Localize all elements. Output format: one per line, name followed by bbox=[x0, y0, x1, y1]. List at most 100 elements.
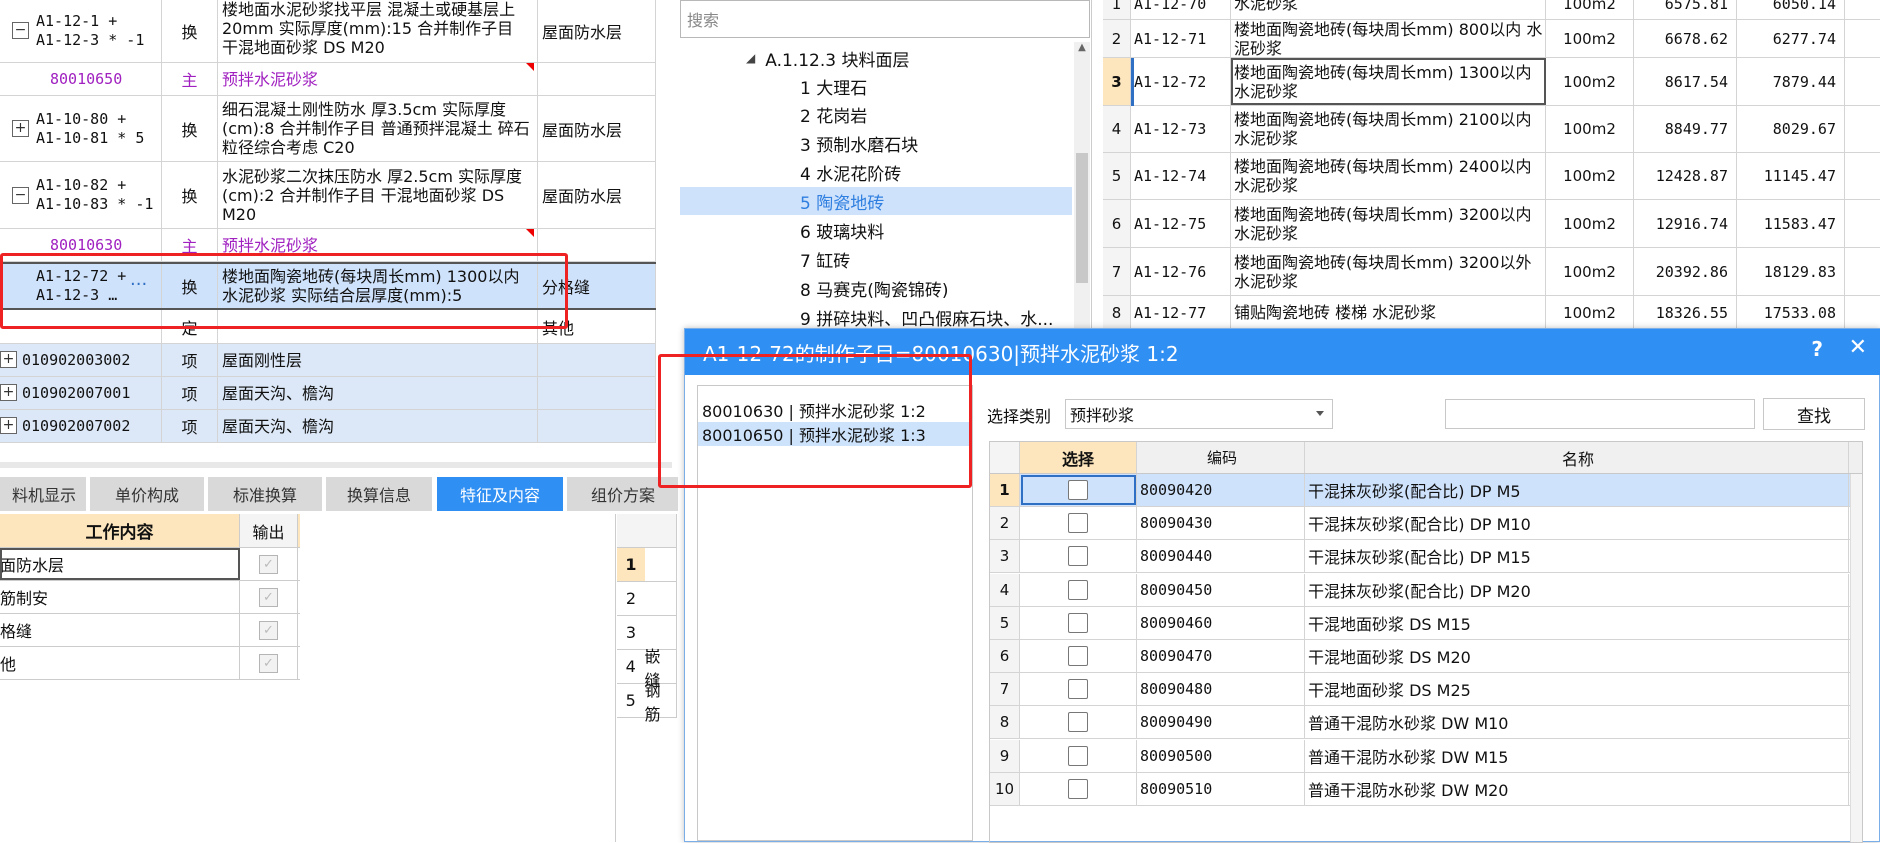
material-row[interactable]: 7 80090480 干混地面砂浆 DS M25 bbox=[990, 673, 1862, 707]
quota-row[interactable]: 5 A1-12-74 楼地面陶瓷地砖(每块周长mm) 2400以内 水泥砂浆 100m… bbox=[1103, 153, 1880, 200]
output-cell[interactable]: ✓ bbox=[240, 548, 298, 580]
table-row[interactable]: 定 其他 bbox=[0, 310, 656, 344]
select-checkbox[interactable] bbox=[1068, 579, 1088, 600]
material-row[interactable]: 2 80090430 干混抹灰砂浆(配合比) DP M10 bbox=[990, 507, 1862, 541]
grid-scrollbar-track[interactable] bbox=[0, 462, 672, 468]
tree-node-parent[interactable]: ◢ A.1.12.3 块料面层 bbox=[746, 44, 909, 72]
quota-row[interactable]: 7 A1-12-76 楼地面陶瓷地砖(每块周长mm) 3200以外 水泥砂浆 100m… bbox=[1103, 248, 1880, 296]
tree-scrollbar[interactable]: ▲ bbox=[1074, 42, 1090, 330]
tree-item-ceramic-tile-selected[interactable]: 5 陶瓷地砖 bbox=[680, 187, 1072, 215]
select-checkbox[interactable] bbox=[1068, 712, 1088, 733]
more-button[interactable]: ··· bbox=[130, 274, 147, 295]
table-scrollbar[interactable] bbox=[1850, 474, 1862, 842]
select-checkbox[interactable] bbox=[1068, 646, 1088, 666]
table-row[interactable]: 面防水层 ✓ bbox=[0, 548, 300, 581]
help-icon[interactable]: ? bbox=[1811, 337, 1823, 361]
tab-conversion-info[interactable]: 换算信息 bbox=[326, 477, 434, 511]
checkbox[interactable]: ✓ bbox=[259, 587, 278, 607]
select-checkbox[interactable] bbox=[1068, 612, 1088, 633]
select-cell[interactable] bbox=[1020, 573, 1137, 606]
table-row[interactable]: 5 钢筋 bbox=[617, 681, 677, 724]
quota-row[interactable]: 6 A1-12-75 楼地面陶瓷地砖(每块周长mm) 3200以内 水泥砂浆 100m… bbox=[1103, 200, 1880, 248]
table-row[interactable]: 1 bbox=[617, 548, 677, 582]
table-row-selected[interactable]: A1-12-72 + A1-12-3 … ··· 换 楼地面陶瓷地砖(每块周长m… bbox=[0, 262, 656, 310]
tree-item-marble[interactable]: 1 大理石 bbox=[800, 72, 867, 100]
material-row[interactable]: 8 80090490 普通干混防水砂浆 DW M10 bbox=[990, 706, 1862, 740]
select-cell[interactable] bbox=[1020, 474, 1137, 506]
select-cell[interactable] bbox=[1020, 739, 1137, 772]
row-index: 8 bbox=[990, 706, 1020, 739]
row-price-2: 6050.14 bbox=[1737, 0, 1845, 19]
select-checkbox[interactable] bbox=[1068, 679, 1088, 700]
category-select[interactable]: 预拌砂浆 bbox=[1065, 399, 1333, 429]
quota-row[interactable]: 4 A1-12-73 楼地面陶瓷地砖(每块周长mm) 2100以内 水泥砂浆 100m… bbox=[1103, 106, 1880, 153]
tree-item-fragment[interactable]: 9 拼碎块料、凹凸假麻石块、水... bbox=[800, 303, 1053, 331]
tree-item-cement-tile[interactable]: 4 水泥花阶砖 bbox=[800, 158, 901, 186]
chevron-down-icon[interactable] bbox=[1316, 411, 1324, 416]
find-button[interactable]: 查找 bbox=[1763, 398, 1865, 430]
close-icon[interactable]: ✕ bbox=[1849, 335, 1867, 360]
tab-material[interactable]: 料机显示 bbox=[0, 477, 88, 511]
select-cell[interactable] bbox=[1020, 606, 1137, 639]
scrollbar-thumb[interactable] bbox=[1076, 153, 1088, 283]
table-row[interactable]: 80010650 主 预拌水泥砂浆 bbox=[0, 63, 656, 96]
list-item[interactable]: 80010630 | 预拌水泥砂浆 1:2 bbox=[698, 398, 972, 422]
quota-row-selected[interactable]: 3 A1-12-72 楼地面陶瓷地砖(每块周长mm) 1300以内 水泥砂浆 100m… bbox=[1103, 58, 1880, 106]
tab-features[interactable]: 特征及内容 bbox=[437, 477, 565, 511]
select-cell[interactable] bbox=[1020, 706, 1137, 739]
material-row[interactable]: 6 80090470 干混地面砂浆 DS M20 bbox=[990, 640, 1862, 673]
select-checkbox[interactable] bbox=[1068, 778, 1088, 799]
table-row[interactable]: 2 bbox=[617, 582, 677, 616]
row-feature: 屋面防水层 bbox=[538, 0, 656, 62]
table-row[interactable]: 80010630 主 预拌水泥砂浆 bbox=[0, 229, 656, 262]
select-cell[interactable] bbox=[1020, 673, 1137, 706]
table-row[interactable]: 他 ✓ bbox=[0, 647, 300, 680]
caret-down-icon[interactable]: ◢ bbox=[746, 51, 755, 65]
tree-item-mosaic[interactable]: 8 马赛克(陶瓷锦砖) bbox=[800, 274, 948, 302]
select-cell[interactable] bbox=[1020, 772, 1137, 805]
select-checkbox[interactable] bbox=[1068, 480, 1088, 500]
tree-item-quarry-tile[interactable]: 7 缸砖 bbox=[800, 245, 850, 273]
table-row[interactable]: + 010902007001 项 屋面天沟、檐沟 bbox=[0, 377, 656, 410]
material-row[interactable]: 3 80090440 干混抹灰砂浆(配合比) DP M15 bbox=[990, 540, 1862, 574]
select-cell[interactable] bbox=[1020, 640, 1137, 672]
quota-row[interactable]: 1 A1-12-70 水泥砂浆 100m2 6575.81 6050.14 bbox=[1103, 0, 1880, 20]
row-unit: 100m2 bbox=[1546, 200, 1634, 247]
quota-row[interactable]: 8 A1-12-77 铺贴陶瓷地砖 楼梯 水泥砂浆 100m2 18326.55 1753… bbox=[1103, 296, 1880, 330]
tab-standard-conversion[interactable]: 标准换算 bbox=[208, 477, 324, 511]
row-price-1: 12428.87 bbox=[1634, 153, 1737, 199]
output-cell[interactable]: ✓ bbox=[240, 581, 298, 613]
checkbox[interactable]: ✓ bbox=[259, 554, 278, 574]
tree-item-granite[interactable]: 2 花岗岩 bbox=[800, 100, 867, 128]
table-row[interactable]: 格缝 ✓ bbox=[0, 614, 300, 647]
table-row[interactable]: − A1-10-82 + A1-10-83 * -1 换 水泥砂浆二次抹压防水 … bbox=[0, 162, 656, 229]
table-row[interactable]: 筋制安 ✓ bbox=[0, 581, 300, 614]
output-cell[interactable]: ✓ bbox=[240, 647, 298, 679]
select-checkbox[interactable] bbox=[1068, 745, 1088, 766]
tree-item-glass-block[interactable]: 6 玻璃块料 bbox=[800, 216, 884, 244]
select-cell[interactable] bbox=[1020, 507, 1137, 540]
material-row[interactable]: 4 80090450 干混抹灰砂浆(配合比) DP M20 bbox=[990, 573, 1862, 607]
checkbox[interactable]: ✓ bbox=[259, 620, 278, 640]
tree-item-terrazzo[interactable]: 3 预制水磨石块 bbox=[800, 129, 918, 157]
output-cell[interactable]: ✓ bbox=[240, 614, 298, 646]
material-row[interactable]: 10 80090510 普通干混防水砂浆 DW M20 bbox=[990, 772, 1862, 806]
list-item-selected[interactable]: 80010650 | 预拌水泥砂浆 1:3 bbox=[698, 422, 972, 446]
tab-pricing-plan[interactable]: 组价方案 bbox=[567, 477, 680, 511]
find-input[interactable] bbox=[1445, 399, 1755, 429]
checkbox[interactable]: ✓ bbox=[259, 653, 278, 673]
select-checkbox[interactable] bbox=[1068, 513, 1088, 534]
material-row[interactable]: 9 80090500 普通干混防水砂浆 DW M15 bbox=[990, 739, 1862, 773]
tab-unit-price[interactable]: 单价构成 bbox=[90, 477, 206, 511]
table-row[interactable]: + 010902007002 项 屋面天沟、檐沟 bbox=[0, 410, 656, 443]
scroll-up-icon[interactable]: ▲ bbox=[1074, 42, 1090, 53]
select-checkbox[interactable] bbox=[1068, 546, 1088, 567]
material-row-active[interactable]: 1 80090420 干混抹灰砂浆(配合比) DP M5 bbox=[990, 474, 1862, 507]
material-row[interactable]: 5 80090460 干混地面砂浆 DS M15 bbox=[990, 606, 1862, 640]
select-cell[interactable] bbox=[1020, 540, 1137, 573]
table-row[interactable]: − A1-12-1 + A1-12-3 * -1 换 楼地面水泥砂浆找平层 混凝… bbox=[0, 0, 656, 63]
table-row[interactable]: + A1-10-80 + A1-10-81 * 5 换 细石混凝土刚性防水 厚3… bbox=[0, 96, 656, 162]
quota-row[interactable]: 2 A1-12-71 楼地面陶瓷地砖(每块周长mm) 800以内 水泥砂浆 100m2… bbox=[1103, 20, 1880, 58]
search-input[interactable]: 搜索 bbox=[680, 0, 1090, 38]
table-row[interactable]: + 010902003002 项 屋面刚性层 bbox=[0, 344, 656, 377]
